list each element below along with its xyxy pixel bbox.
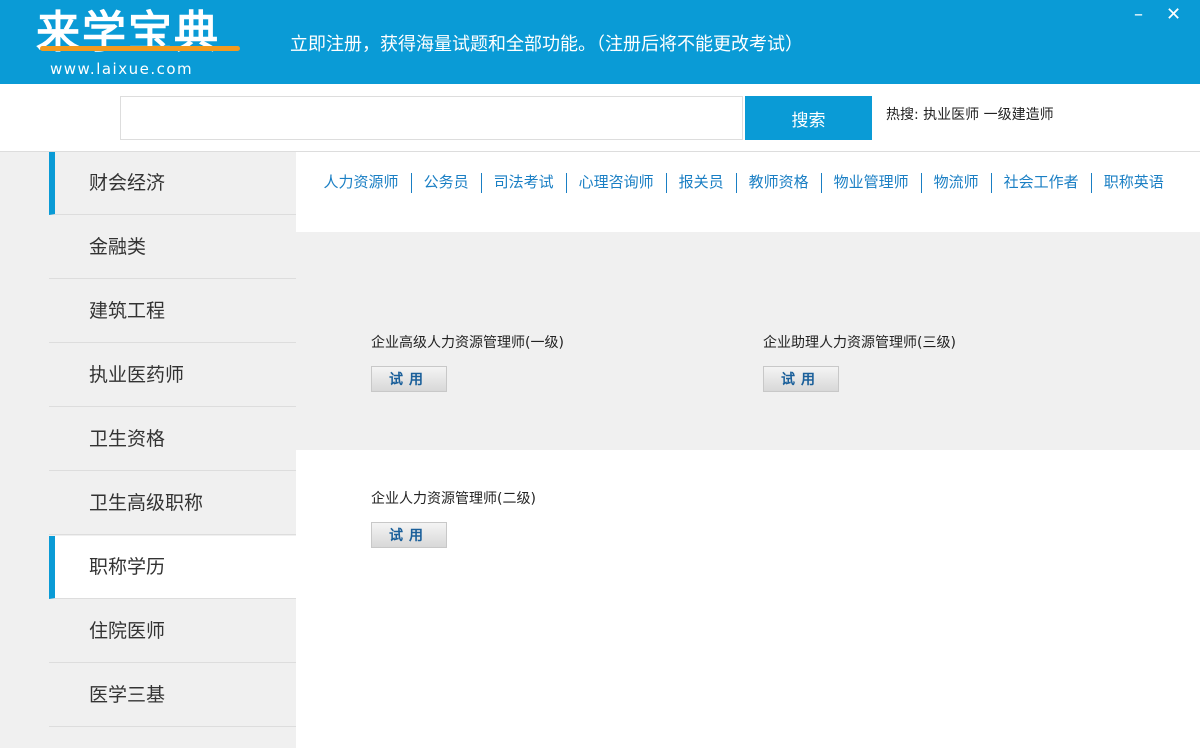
minimize-button[interactable]: – [1134,4,1143,25]
sidebar-item[interactable]: 住院医师 [49,600,296,663]
logo: 来学宝典 www.laixue.com [36,8,240,78]
search-bar: 搜索 热搜: 执业医师 一级建造师 [0,84,1200,152]
tab-divider [410,172,412,193]
tab-divider [820,172,822,193]
sidebar-item[interactable]: 金融类 [49,216,296,279]
course-item: 企业助理人力资源管理师(三级) 试用 [763,332,956,392]
exam-tabs: 人力资源师 公务员 司法考试 心理咨询师 报关员 教师资格 物业管理师 物流师 社会工作者 职称英… [314,170,1184,195]
search-button[interactable]: 搜索 [745,96,872,140]
exam-tab[interactable]: 物流师 [934,173,979,191]
sidebar-item[interactable]: 建筑工程 [49,280,296,343]
header: 来学宝典 www.laixue.com 立即注册，获得海量试题和全部功能。（注册… [0,0,1200,84]
exam-tab[interactable]: 报关员 [679,173,724,191]
exam-tab[interactable]: 职称英语 [1104,173,1164,191]
course-name: 企业人力资源管理师(二级) [371,491,536,507]
sidebar-item[interactable]: 卫生资格 [49,408,296,471]
search-input[interactable] [120,96,743,140]
course-item: 企业高级人力资源管理师(一级) 试用 [371,332,564,392]
register-slogan[interactable]: 立即注册，获得海量试题和全部功能。（注册后将不能更改考试） [290,30,803,56]
exam-tab[interactable]: 心理咨询师 [579,173,654,191]
exam-tab[interactable]: 社会工作者 [1004,173,1079,191]
hot-searches[interactable]: 热搜: 执业医师 一级建造师 [886,104,1054,124]
course-name: 企业助理人力资源管理师(三级) [763,335,956,351]
sidebar-item[interactable]: 执业医药师 [49,344,296,407]
sidebar: 财会经济 金融类 建筑工程 执业医药师 卫生资格 卫生高级职称 职称学历 住院医师 医学三基 [0,152,296,748]
sidebar-item[interactable]: 财会经济 [49,152,296,215]
course-item: 企业人力资源管理师(二级) 试用 [371,488,536,548]
trial-button[interactable]: 试用 [371,522,447,548]
sidebar-item[interactable]: 医学三基 [49,664,296,727]
sidebar-item[interactable]: 卫生高级职称 [49,472,296,535]
tab-divider [735,172,737,193]
trial-button[interactable]: 试用 [371,366,447,392]
exam-tab[interactable]: 教师资格 [749,173,809,191]
tab-divider [990,172,992,193]
exam-tab[interactable]: 人力资源师 [324,173,399,191]
sidebar-item[interactable]: 职称学历 [49,536,296,599]
trial-button[interactable]: 试用 [763,366,839,392]
close-button[interactable]: ✕ [1166,4,1181,25]
tab-divider [920,172,922,193]
tab-divider [1090,172,1092,193]
exam-tab[interactable]: 物业管理师 [834,173,909,191]
course-name: 企业高级人力资源管理师(一级) [371,335,564,351]
exam-tab[interactable]: 司法考试 [494,173,554,191]
exam-tab[interactable]: 公务员 [424,173,469,191]
tab-divider [665,172,667,193]
tab-divider [565,172,567,193]
tab-divider [480,172,482,193]
